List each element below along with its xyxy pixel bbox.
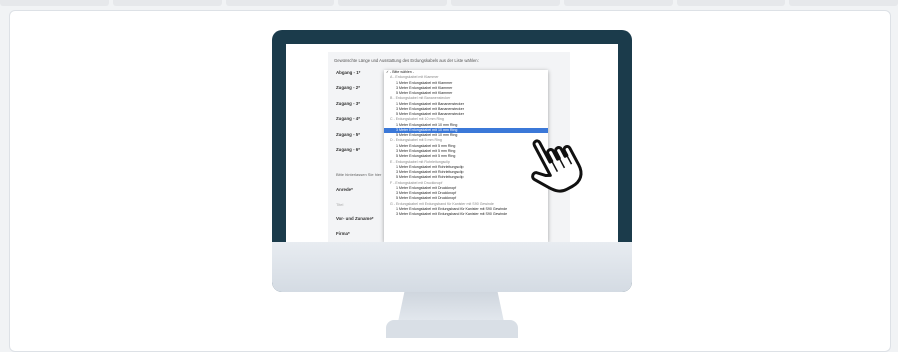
top-tab-strip [0, 0, 898, 6]
form-header: Gewünschte Länge und Ausstattung des Erd… [334, 58, 479, 63]
dropdown-option[interactable]: 3 Meter Erdungskabel mit Erdungsband für… [384, 212, 548, 217]
top-tab [338, 0, 447, 6]
top-tab [225, 0, 335, 6]
salutation-label: Anrede* [336, 187, 353, 192]
top-tab [789, 0, 898, 6]
hand-pointer-icon [531, 139, 583, 193]
name-label: Vor- und Zuname* [336, 216, 374, 221]
contact-hint: Bitte hinterlassen Sie hier [336, 172, 382, 177]
top-tab [451, 0, 560, 6]
row-label-3: Zugang - 3* [336, 101, 360, 106]
monitor-stand [398, 292, 504, 322]
monitor-chin [272, 242, 632, 292]
row-label-5: Zugang - 5* [336, 132, 360, 137]
title-input[interactable]: Titel [336, 202, 343, 207]
monitor-base [386, 320, 518, 338]
top-tab [563, 0, 673, 6]
top-tab [676, 0, 786, 6]
row-label-1: Abgang - 1* [336, 70, 361, 75]
row-label-6: Zugang - 6* [336, 147, 360, 152]
row-label-2: Zugang - 2* [336, 85, 360, 90]
top-tab [0, 0, 109, 6]
company-label: Firma* [336, 231, 350, 236]
top-tab [112, 0, 222, 6]
row-label-4: Zugang - 4* [336, 116, 360, 121]
